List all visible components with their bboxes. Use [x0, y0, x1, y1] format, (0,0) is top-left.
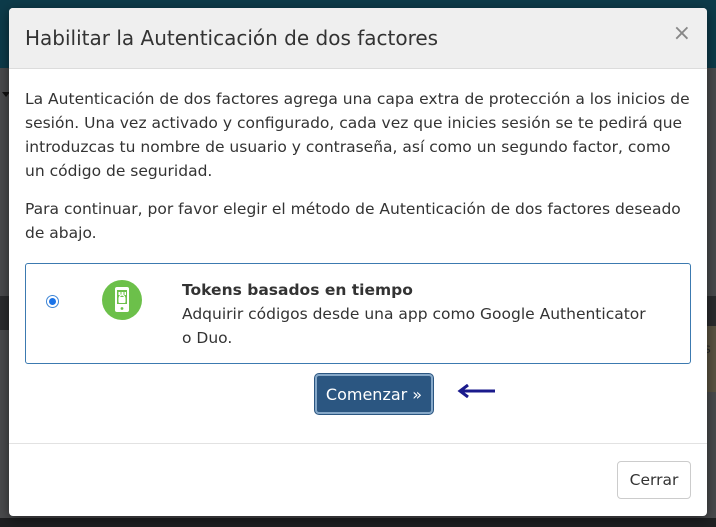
instruction-text: Para continuar, por favor elegir el méto… — [25, 200, 681, 242]
option-title: Tokens basados en tiempo — [182, 281, 413, 299]
modal-footer: Cerrar — [9, 443, 707, 516]
option-description: Adquirir códigos desde una app como Goog… — [182, 305, 646, 347]
option-text: Tokens basados en tiempo Adquirir código… — [182, 278, 660, 350]
left-arrow-icon — [457, 384, 495, 398]
modal-header: Habilitar la Autenticación de dos factor… — [9, 8, 707, 69]
start-row: Comenzar » — [25, 364, 691, 424]
close-button[interactable]: Cerrar — [617, 461, 691, 499]
totp-radio[interactable] — [46, 295, 59, 308]
modal-body: La Autenticación de dos factores agrega … — [9, 69, 707, 424]
start-button[interactable]: Comenzar » — [315, 374, 433, 414]
two-factor-modal: Habilitar la Autenticación de dos factor… — [9, 8, 707, 516]
totp-option-card[interactable]: Tokens basados en tiempo Adquirir código… — [25, 263, 691, 364]
background-bottom — [0, 518, 716, 527]
modal-title: Habilitar la Autenticación de dos factor… — [25, 26, 439, 50]
intro-text: La Autenticación de dos factores agrega … — [25, 90, 690, 180]
phone-lock-icon — [102, 280, 142, 320]
close-icon[interactable]: × — [673, 23, 691, 45]
